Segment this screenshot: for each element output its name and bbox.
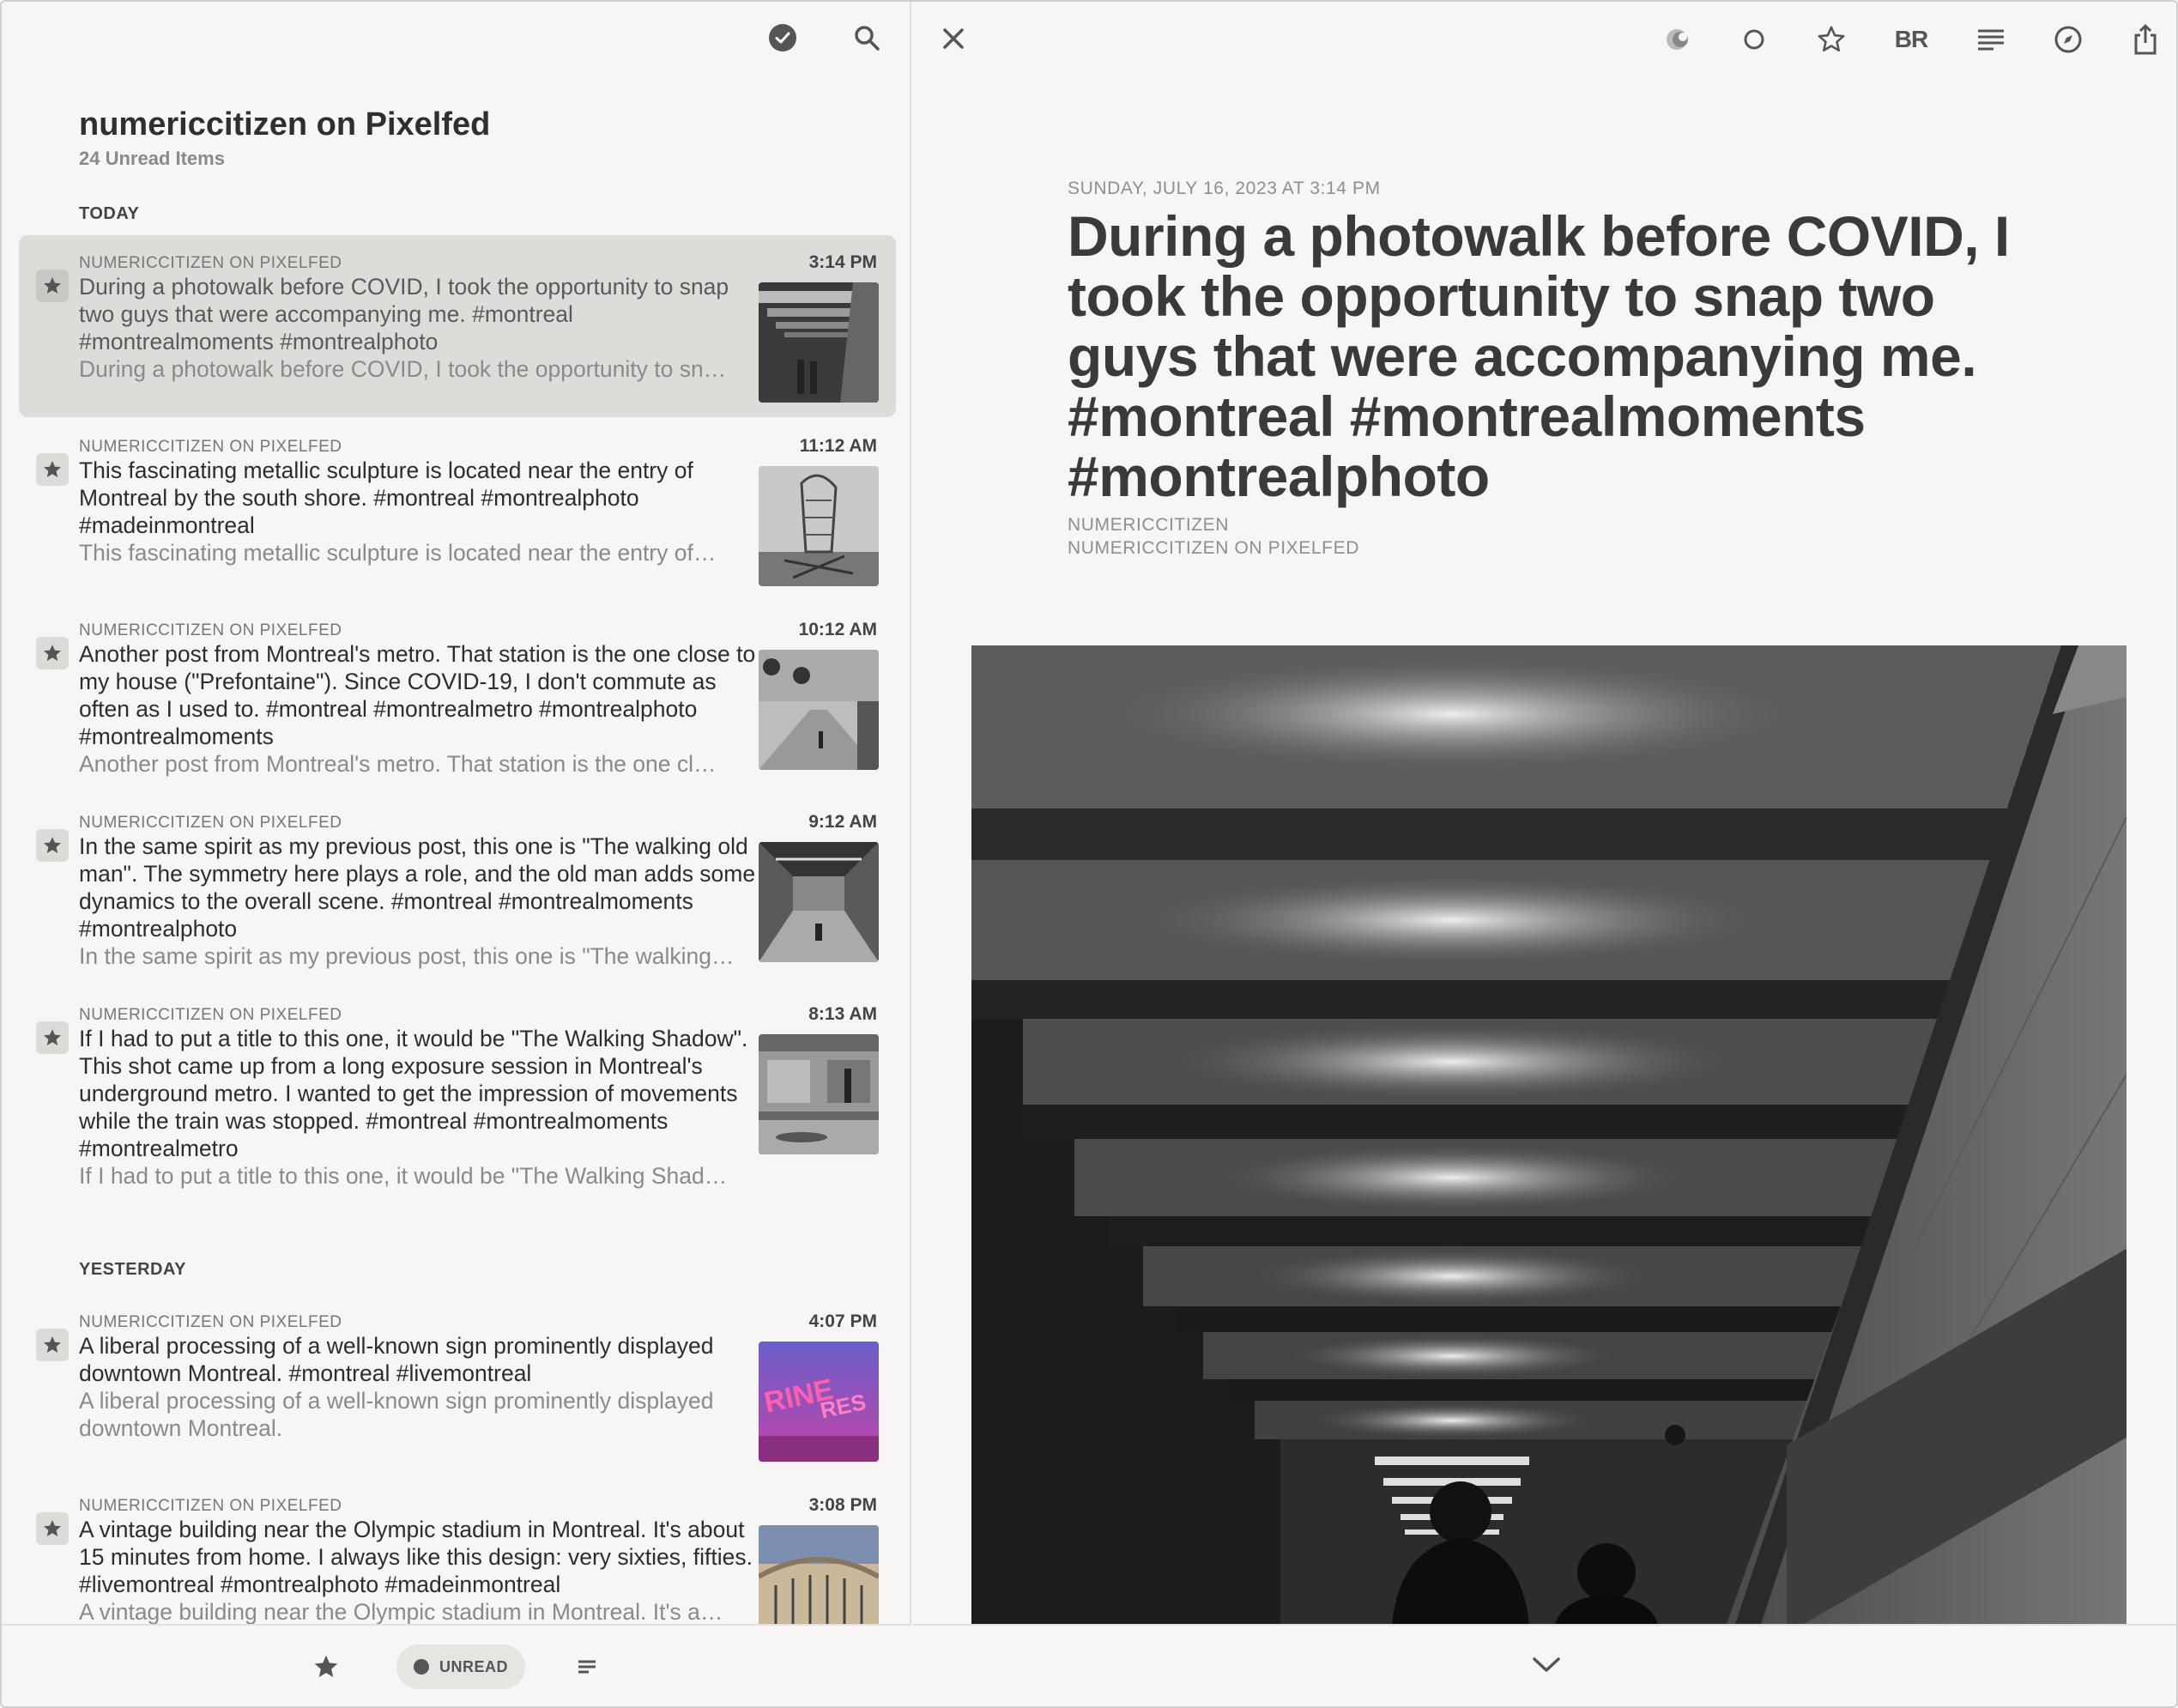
timeline-item[interactable]: NUMERICCITIZEN ON PIXELFED 10:12 AM Anot… [19,603,896,793]
item-time: 3:14 PM [808,252,877,272]
timeline-item[interactable]: NUMERICCITIZEN ON PIXELFED 11:12 AM This… [19,419,896,601]
item-summary: Another post from Montreal's metro. That… [79,751,717,777]
item-thumbnail [759,1525,879,1624]
star-icon[interactable] [36,270,69,302]
article-photo [971,645,2127,1624]
compass-icon[interactable] [2051,22,2085,57]
item-title: In the same spirit as my previous post, … [79,833,756,942]
section-header-today: TODAY [79,204,140,223]
search-icon[interactable] [850,21,884,55]
feed-title: numericcitizen on Pixelfed [79,106,491,142]
reader-view-icon[interactable] [1974,22,2008,57]
item-time: 4:07 PM [808,1311,877,1331]
item-thumbnail [759,466,879,586]
app-window: numericcitizen on Pixelfed 24 Unread Ite… [0,0,2178,1708]
timeline-item[interactable]: NUMERICCITIZEN ON PIXELFED 9:12 AM In th… [19,795,896,985]
mark-all-read-icon[interactable] [765,21,800,55]
star-icon[interactable] [36,453,69,486]
list-options-icon[interactable] [575,1655,599,1683]
article-byline: NUMERICCITIZEN NUMERICCITIZEN ON PIXELFE… [1068,513,1359,560]
unread-filter-button[interactable]: UNREAD [396,1644,525,1689]
unread-count: 24 Unread Items [79,148,225,169]
item-source: NUMERICCITIZEN ON PIXELFED [79,254,342,272]
item-title: Another post from Montreal's metro. That… [79,641,756,749]
article-feed: NUMERICCITIZEN ON PIXELFED [1068,538,1359,558]
item-time: 10:12 AM [798,620,877,639]
item-title: A liberal processing of a well-known sig… [79,1333,714,1386]
item-source: NUMERICCITIZEN ON PIXELFED [79,1497,342,1515]
feed-favicon-icon [1660,22,1694,57]
chevron-down-icon[interactable] [1529,1651,1564,1681]
item-time: 9:12 AM [808,812,877,832]
item-thumbnail [759,842,879,962]
item-source: NUMERICCITIZEN ON PIXELFED [79,1313,342,1331]
timeline-item[interactable]: NUMERICCITIZEN ON PIXELFED 3:08 PM A vin… [19,1478,896,1624]
item-summary: This fascinating metallic sculpture is l… [79,540,717,566]
star-icon[interactable] [36,1021,69,1054]
article-date: SUNDAY, JULY 16, 2023 AT 3:14 PM [1068,179,1381,198]
timeline-item[interactable]: NUMERICCITIZEN ON PIXELFED 3:14 PM Durin… [19,235,896,417]
item-source: NUMERICCITIZEN ON PIXELFED [79,621,342,639]
item-thumbnail: RINE RES [759,1342,879,1462]
item-summary: A liberal processing of a well-known sig… [79,1388,714,1441]
starred-filter-icon[interactable] [312,1653,340,1685]
item-thumbnail [759,650,879,770]
star-icon[interactable] [1814,22,1848,57]
close-icon[interactable] [939,24,968,58]
section-header-yesterday: YESTERDAY [79,1260,186,1279]
star-icon[interactable] [36,1329,69,1361]
article-pane: BR SUNDAY, JULY 16, 2023 AT 3:14 PM Duri… [913,2,2176,1706]
item-title: If I had to put a title to this one, it … [79,1026,748,1161]
unread-filter-label: UNREAD [439,1657,508,1675]
star-icon[interactable] [36,1512,69,1545]
item-source: NUMERICCITIZEN ON PIXELFED [79,1006,342,1024]
unread-dot-icon [413,1659,429,1675]
item-summary: In the same spirit as my previous post, … [79,943,735,969]
timeline-item[interactable]: NUMERICCITIZEN ON PIXELFED 4:07 PM A lib… [19,1294,896,1476]
item-title: This fascinating metallic sculpture is l… [79,457,693,538]
item-time: 11:12 AM [799,436,877,456]
article-toolbar: BR [1660,22,2163,57]
timeline-pane: numericcitizen on Pixelfed 24 Unread Ite… [2,2,911,1706]
item-summary: If I had to put a title to this one, it … [79,1163,728,1189]
article-title: During a photowalk before COVID, I took … [1068,204,2010,508]
star-icon[interactable] [36,829,69,862]
star-icon[interactable] [36,637,69,669]
item-source: NUMERICCITIZEN ON PIXELFED [79,438,342,456]
item-source: NUMERICCITIZEN ON PIXELFED [79,814,342,832]
item-summary: During a photowalk before COVID, I took … [79,356,727,382]
item-time: 8:13 AM [808,1004,877,1024]
timeline-toolbar [765,21,884,55]
item-title: During a photowalk before COVID, I took … [79,274,729,354]
timeline-bottom-bar: UNREAD [2,1624,911,1706]
item-thumbnail [759,282,879,403]
share-icon[interactable] [2128,22,2163,57]
item-summary: A vintage building near the Olympic stad… [79,1599,723,1624]
mark-unread-circle-icon[interactable] [1737,22,1771,57]
article-author: NUMERICCITIZEN [1068,515,1230,535]
item-time: 3:08 PM [808,1495,877,1515]
article-bottom-bar [913,1624,2176,1706]
reader-mode-button[interactable]: BR [1891,26,1931,53]
item-thumbnail [759,1034,879,1154]
timeline-item[interactable]: NUMERICCITIZEN ON PIXELFED 8:13 AM If I … [19,987,896,1203]
item-title: A vintage building near the Olympic stad… [79,1517,753,1597]
